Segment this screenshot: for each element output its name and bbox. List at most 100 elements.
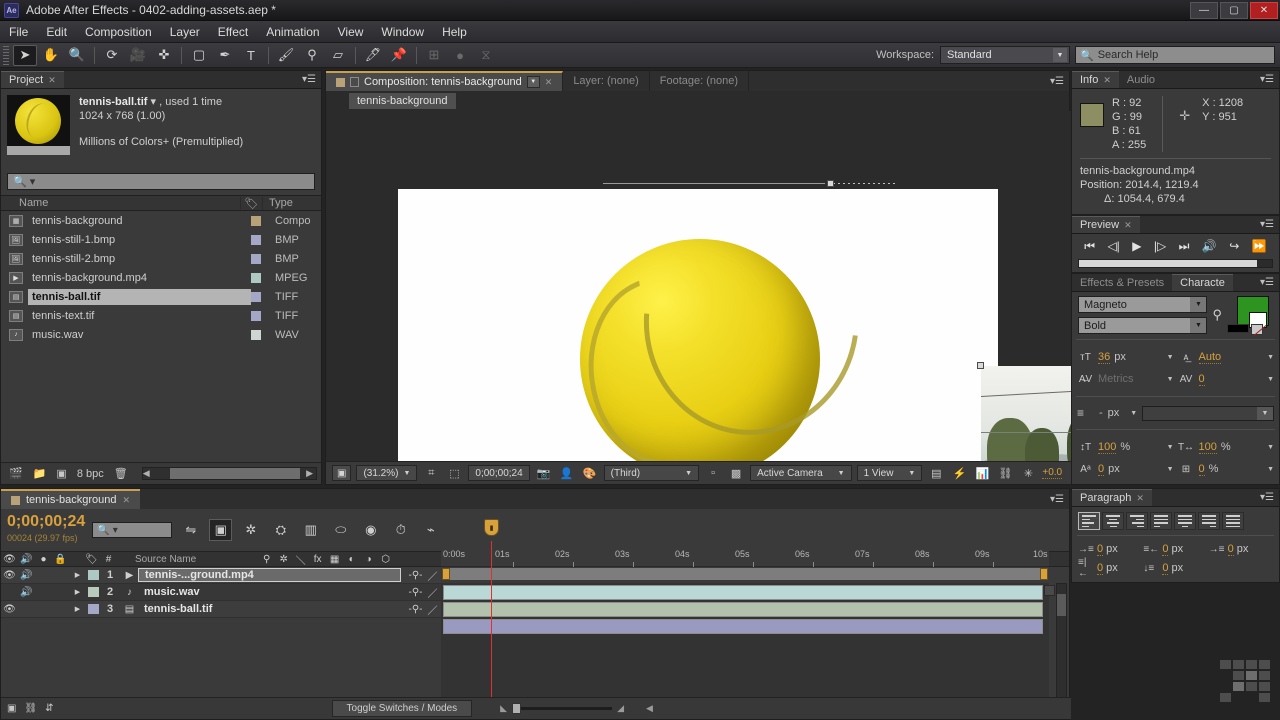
- menu-file[interactable]: File: [0, 22, 37, 42]
- menu-help[interactable]: Help: [433, 22, 476, 42]
- bit-depth-label[interactable]: 8 bpc: [77, 468, 104, 480]
- comp-mini-flowchart-icon[interactable]: ▣: [7, 703, 16, 714]
- anchor-switch-icon[interactable]: ⚲: [258, 551, 275, 567]
- zoom-track[interactable]: [512, 703, 613, 714]
- playhead-handle[interactable]: ▮: [484, 519, 499, 536]
- transform-handle[interactable]: [977, 362, 984, 369]
- panel-resize-grip[interactable]: [1220, 660, 1270, 702]
- layer-bar[interactable]: [443, 602, 1043, 617]
- speaker-toggle[interactable]: [18, 601, 35, 617]
- next-frame-icon[interactable]: |▷: [1154, 239, 1166, 253]
- scroll-left-icon[interactable]: ◀: [143, 468, 150, 479]
- font-size-field[interactable]: ᴛT 36 px ▼: [1077, 347, 1174, 367]
- timeline-panel-menu-icon[interactable]: ▾☰: [1045, 489, 1069, 509]
- tab-audio[interactable]: Audio: [1118, 71, 1164, 88]
- selection-tool-icon[interactable]: ➤: [13, 44, 37, 66]
- solo-icon[interactable]: ●: [35, 551, 52, 567]
- interpret-footage-icon[interactable]: ▣: [56, 467, 66, 480]
- tracking-field[interactable]: AV 0 ▼: [1178, 369, 1274, 389]
- layer-color-swatch[interactable]: [88, 570, 99, 580]
- pixel-aspect-correction-icon[interactable]: ▤: [927, 465, 945, 481]
- eraser-tool-icon[interactable]: ▱: [326, 45, 350, 66]
- auto-keyframe-icon[interactable]: ⏱: [389, 519, 412, 541]
- time-ruler[interactable]: 0:00s 01s 02s 03s 04s 05s 06s 07s 08s 09…: [441, 549, 1049, 567]
- column-label-tag-icon[interactable]: 🏷: [241, 196, 263, 210]
- graph-icon[interactable]: ⇵: [45, 703, 53, 714]
- info-panel-menu-icon[interactable]: ▾☰: [1255, 71, 1279, 88]
- layer-bar[interactable]: [443, 619, 1043, 634]
- list-item[interactable]: ♪ music.wav WAV: [1, 325, 321, 344]
- three-d-switch-icon[interactable]: ⬡: [377, 551, 394, 567]
- clone-stamp-tool-icon[interactable]: ⚲: [300, 45, 324, 66]
- menu-animation[interactable]: Animation: [257, 22, 328, 42]
- project-horizontal-scrollbar[interactable]: ◀ ▶: [141, 467, 317, 480]
- quality-switch[interactable]: ／: [424, 601, 441, 617]
- align-center-icon[interactable]: [1102, 512, 1124, 530]
- anchor-switch[interactable]: -⚲-: [407, 584, 424, 600]
- tab-paragraph[interactable]: Paragraph ✕: [1072, 489, 1152, 506]
- comp-renderer-icon[interactable]: [1044, 585, 1055, 596]
- prev-frame-icon[interactable]: ◁|: [1107, 239, 1119, 253]
- list-item[interactable]: 🖼 tennis-still-1.bmp BMP: [1, 230, 321, 249]
- playhead[interactable]: ▮: [484, 519, 499, 699]
- lock-icon[interactable]: 🔒: [52, 551, 69, 567]
- lock-toggle[interactable]: [52, 567, 69, 583]
- tab-composition[interactable]: Composition: tennis-background ▼ ✕: [326, 71, 564, 91]
- tab-preview[interactable]: Preview ✕: [1072, 216, 1140, 233]
- menu-effect[interactable]: Effect: [209, 22, 257, 42]
- transparency-grid-icon[interactable]: ⬚: [445, 465, 463, 481]
- chevron-down-icon[interactable]: ▼: [1267, 354, 1274, 361]
- item-swatch[interactable]: [251, 215, 261, 226]
- draft-3d-icon[interactable]: ▣: [209, 519, 233, 541]
- tab-layer[interactable]: Layer: (none): [563, 71, 650, 91]
- space-before-field[interactable]: ≡|← 0 px: [1078, 557, 1142, 579]
- hide-shy-layers-icon[interactable]: ✲: [239, 519, 262, 541]
- chevron-down-icon[interactable]: ▼: [1130, 410, 1137, 417]
- paragraph-panel-menu-icon[interactable]: ▾☰: [1255, 489, 1279, 506]
- eye-toggle[interactable]: [1, 584, 18, 600]
- stroke-width-value[interactable]: -: [1099, 407, 1103, 419]
- font-style-select[interactable]: Bold ▼: [1078, 317, 1208, 334]
- tab-project[interactable]: Project ✕: [1, 71, 64, 88]
- menu-layer[interactable]: Layer: [161, 22, 209, 42]
- layer-source-name[interactable]: tennis-...ground.mp4: [138, 568, 401, 582]
- region-interest-toggle-icon[interactable]: ▫: [704, 465, 722, 481]
- font-family-select[interactable]: Magneto ▼: [1078, 296, 1208, 313]
- exposure-value[interactable]: +0.0: [1042, 467, 1063, 479]
- menu-view[interactable]: View: [329, 22, 373, 42]
- zoom-out-icon[interactable]: ◣: [500, 703, 507, 714]
- resolution-select[interactable]: (Third) ▼: [603, 465, 700, 481]
- preview-panel-menu-icon[interactable]: ▾☰: [1255, 216, 1279, 233]
- first-frame-icon[interactable]: ⏮: [1084, 239, 1095, 254]
- camera-tool-icon[interactable]: 🎥: [126, 45, 150, 66]
- solo-toggle[interactable]: [35, 601, 52, 617]
- motion-blur-switch-icon[interactable]: ◐: [343, 551, 360, 567]
- current-time-display[interactable]: 0;00;00;24: [468, 465, 530, 481]
- breadcrumb-item[interactable]: tennis-background: [348, 92, 457, 110]
- item-swatch[interactable]: [251, 310, 261, 321]
- shape-tool-icon[interactable]: ▢: [187, 45, 211, 66]
- zoom-tool-icon[interactable]: 🔍: [65, 45, 89, 66]
- justify-last-right-icon[interactable]: [1198, 512, 1220, 530]
- close-icon[interactable]: ✕: [1136, 493, 1144, 504]
- text-color-swatch[interactable]: [1227, 324, 1249, 333]
- tab-info[interactable]: Info ✕: [1072, 71, 1119, 88]
- last-frame-icon[interactable]: ⏭: [1179, 239, 1190, 254]
- layer-color-swatch[interactable]: [88, 587, 99, 597]
- timeline-vertical-scrollbar[interactable]: [1056, 583, 1067, 699]
- timeline-current-time[interactable]: 0;00;00;24 00024 (29.97 fps): [7, 513, 85, 547]
- close-icon[interactable]: ✕: [48, 75, 56, 86]
- scroll-right-icon[interactable]: ▶: [306, 468, 316, 479]
- list-item[interactable]: ▤ tennis-text.tif TIFF: [1, 306, 321, 325]
- play-icon[interactable]: ▶: [1132, 239, 1141, 253]
- item-swatch[interactable]: [251, 253, 261, 264]
- tab-character[interactable]: Characte: [1172, 274, 1233, 291]
- chevron-down-icon[interactable]: ▼: [1267, 466, 1274, 473]
- quality-switch[interactable]: ／: [424, 567, 441, 583]
- item-swatch[interactable]: [251, 291, 261, 302]
- eyedropper-icon[interactable]: ⚲: [1212, 307, 1222, 323]
- table-row[interactable]: 👁 🔊 ▶ 1 ▶ tennis-...ground.mp4 -⚲- ／: [1, 567, 441, 584]
- fast-previews-icon[interactable]: ⚡: [950, 465, 968, 481]
- justify-all-icon[interactable]: [1222, 512, 1244, 530]
- align-left-icon[interactable]: [1078, 512, 1100, 530]
